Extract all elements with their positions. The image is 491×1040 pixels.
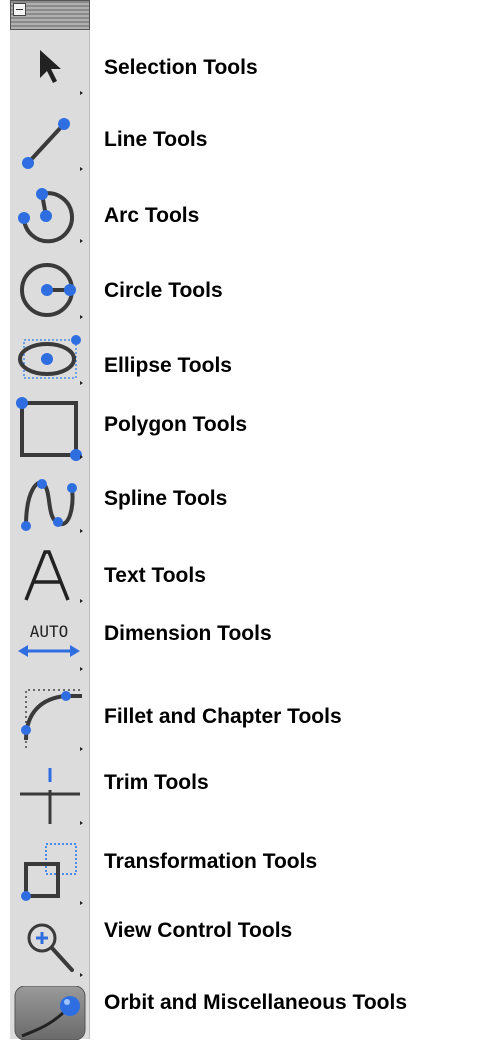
- tool-arc[interactable]: [10, 180, 90, 246]
- label-trim-tools: Trim Tools: [104, 771, 209, 794]
- label-fillet-tools: Fillet and Chapter Tools: [104, 705, 342, 728]
- tool-line[interactable]: [10, 108, 90, 174]
- fillet-icon: [21, 689, 82, 748]
- tool-fillet[interactable]: [10, 680, 90, 754]
- orbit-icon: [14, 986, 86, 1040]
- flyout-indicator-icon: [80, 901, 83, 905]
- label-transformation-tools: Transformation Tools: [104, 850, 318, 873]
- arc-icon: [18, 188, 74, 244]
- zoom-icon: [27, 923, 74, 972]
- tool-dimension[interactable]: AUTO: [10, 612, 90, 674]
- label-text-tools: Text Tools: [104, 564, 206, 587]
- polygon-icon: [16, 397, 82, 461]
- tool-palette: AUTO: [10, 0, 90, 1040]
- flyout-indicator-icon: [80, 381, 83, 385]
- flyout-indicator-icon: [80, 91, 83, 95]
- text-icon: [24, 550, 70, 601]
- tool-orbit[interactable]: [10, 984, 90, 1040]
- line-icon: [22, 118, 70, 169]
- tool-circle[interactable]: [10, 256, 90, 322]
- flyout-indicator-icon: [80, 239, 83, 243]
- tool-trim[interactable]: [10, 762, 90, 828]
- tool-polygon[interactable]: [10, 394, 90, 462]
- tool-text[interactable]: [10, 544, 90, 606]
- collapse-box-icon[interactable]: [13, 3, 26, 16]
- transformation-icon: [21, 843, 77, 901]
- tool-transformation[interactable]: [10, 836, 90, 908]
- label-orbit-tools: Orbit and Miscellaneous Tools: [104, 991, 407, 1014]
- flyout-indicator-icon: [80, 315, 83, 319]
- label-spline-tools: Spline Tools: [104, 487, 228, 510]
- flyout-indicator-icon: [80, 821, 83, 825]
- palette-title-bar[interactable]: [10, 0, 90, 30]
- tool-ellipse[interactable]: [10, 332, 90, 388]
- flyout-indicator-icon: [80, 599, 83, 603]
- flyout-indicator-icon: [80, 167, 83, 171]
- label-dimension-tools: Dimension Tools: [104, 622, 272, 645]
- arrow-icon: [40, 50, 61, 83]
- flyout-indicator-icon: [80, 973, 83, 977]
- flyout-indicator-icon: [80, 667, 83, 671]
- label-arc-tools: Arc Tools: [104, 204, 200, 227]
- label-line-tools: Line Tools: [104, 128, 208, 151]
- circle-icon: [20, 263, 76, 317]
- label-view-control-tools: View Control Tools: [104, 919, 293, 942]
- label-ellipse-tools: Ellipse Tools: [104, 354, 232, 377]
- trim-icon: [20, 768, 80, 824]
- dimension-icon: AUTO: [18, 622, 80, 657]
- flyout-indicator-icon: [80, 747, 83, 751]
- ellipse-icon: [18, 335, 81, 379]
- tool-spline[interactable]: [10, 468, 90, 536]
- flyout-indicator-icon: [80, 529, 83, 533]
- flyout-indicator-icon: [80, 455, 83, 459]
- tool-view-control[interactable]: [10, 916, 90, 980]
- label-circle-tools: Circle Tools: [104, 279, 223, 302]
- label-selection-tools: Selection Tools: [104, 56, 258, 79]
- label-polygon-tools: Polygon Tools: [104, 413, 248, 436]
- dimension-auto-text: AUTO: [30, 622, 69, 641]
- tool-selection[interactable]: [10, 36, 90, 98]
- spline-icon: [21, 479, 77, 531]
